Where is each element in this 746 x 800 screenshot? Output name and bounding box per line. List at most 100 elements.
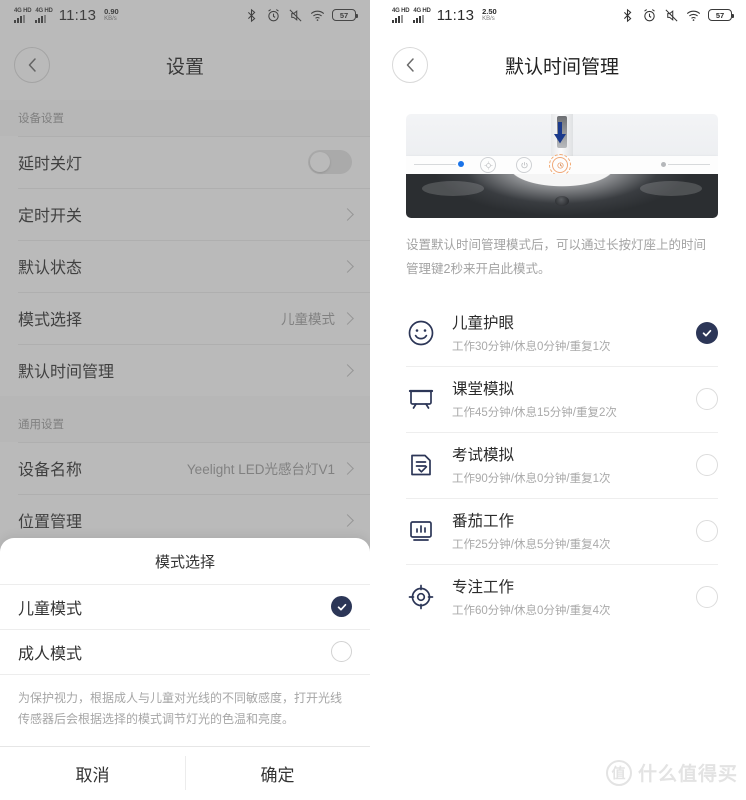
sheet-option-child-mode[interactable]: 儿童模式 (0, 584, 370, 629)
row-delay-off[interactable]: 延时关灯 (0, 136, 370, 188)
status-bar-left: 4G HD 4G HD 11:13 0.90 KB/s 57 (0, 0, 370, 30)
chevron-right-icon (341, 207, 354, 221)
power-button-icon (516, 157, 532, 173)
mode-detail: 工作25分钟/休息5分钟/重复4次 (452, 539, 611, 551)
watermark-text: 什么值得买 (637, 764, 738, 785)
row-default-state[interactable]: 默认状态 (0, 240, 370, 292)
watermark: 值 什么值得买 (605, 759, 738, 786)
watermark-badge: 值 (605, 759, 632, 786)
mode-detail: 工作60分钟/休息0分钟/重复4次 (452, 605, 611, 617)
sheet-description: 为保护视力，根据成人与儿童对光线的不同敏感度，打开光线传感器后会根据选择的模式调… (0, 674, 370, 746)
time-management-mode-list: 儿童护眼 工作30分钟/休息0分钟/重复1次 课堂模拟 工作45分钟/休息15分… (378, 300, 746, 630)
chevron-left-icon (28, 58, 36, 72)
mute-icon (289, 9, 302, 21)
mode-detail: 工作90分钟/休息0分钟/重复1次 (452, 473, 611, 485)
mode-row-child-eye-care[interactable]: 儿童护眼 工作30分钟/休息0分钟/重复1次 (378, 300, 746, 366)
wifi-icon (687, 10, 700, 21)
device-name-value: Yeelight LED光感台灯V1 (186, 462, 335, 477)
mode-detail: 工作45分钟/休息15分钟/重复2次 (452, 407, 617, 419)
mode-select-value: 儿童模式 (281, 312, 335, 327)
radio-unselected-icon[interactable] (696, 387, 718, 410)
sheet-option-adult-mode[interactable]: 成人模式 (0, 629, 370, 674)
target-icon (406, 582, 436, 612)
signal-sim1-icon: 4G HD (14, 8, 32, 23)
page-title-left: 设置 (165, 56, 204, 78)
battery-icon: 57 (708, 9, 734, 21)
settings-list-general: 设备名称 Yeelight LED光感台灯V1 位置管理 (0, 442, 370, 546)
band-line-left (414, 164, 456, 165)
smiley-face-icon (406, 318, 436, 348)
signal-sim2-icon: 4G HD (413, 8, 431, 23)
confirm-button[interactable]: 确定 (185, 746, 370, 800)
whiteboard-icon (406, 384, 436, 414)
radio-unselected-icon[interactable] (331, 641, 352, 662)
mode-row-exam-simulation[interactable]: 考试模拟 工作90分钟/休息0分钟/重复1次 (378, 431, 746, 498)
radio-unselected-icon[interactable] (696, 519, 718, 542)
left-phone-screen: 4G HD 4G HD 11:13 0.90 KB/s 57 设置 设备设置 延… (0, 0, 370, 800)
chevron-left-icon (406, 58, 414, 72)
back-button-left[interactable] (14, 47, 50, 83)
radio-selected-icon[interactable] (331, 596, 352, 617)
bluetooth-icon (623, 8, 632, 22)
mode-row-pomodoro[interactable]: 番茄工作 工作25分钟/休息5分钟/重复4次 (378, 497, 746, 564)
status-clock: 11:13 (58, 6, 97, 24)
cancel-button[interactable]: 取消 (0, 746, 185, 800)
battery-icon: 57 (332, 9, 358, 21)
alarm-icon (644, 8, 655, 21)
dual-screenshot-container: 4G HD 4G HD 11:13 0.90 KB/s 57 设置 设备设置 延… (0, 0, 746, 800)
group-header-general: 通用设置 (0, 406, 370, 442)
back-button-right[interactable] (392, 47, 428, 83)
screen-divider (370, 0, 378, 800)
chevron-right-icon (341, 311, 354, 325)
signal-sim2-icon: 4G HD (35, 8, 53, 23)
mode-select-bottom-sheet: 模式选择 儿童模式 成人模式 为保护视力，根据成人与儿童对光线的不同敏感度，打开… (0, 538, 370, 800)
document-check-icon (406, 450, 436, 480)
radio-unselected-icon[interactable] (696, 453, 718, 476)
network-speed: 2.50 KB/s (482, 6, 497, 22)
status-clock: 11:13 (436, 6, 475, 24)
radio-unselected-icon[interactable] (696, 585, 718, 608)
row-default-time-management[interactable]: 默认时间管理 (0, 344, 370, 396)
bar-chart-icon (406, 516, 436, 546)
nav-bar-right: 默认时间管理 (378, 30, 746, 100)
delay-off-toggle[interactable] (308, 150, 352, 174)
chevron-right-icon (341, 259, 354, 273)
status-bar-right: 4G HD 4G HD 11:13 2.50 KB/s 57 (378, 0, 746, 30)
sheet-action-bar: 取消 确定 (0, 746, 370, 800)
down-arrow-pointer-icon (554, 122, 566, 144)
chevron-right-icon (341, 513, 354, 527)
row-timer-switch[interactable]: 定时开关 (0, 188, 370, 240)
mode-name: 考试模拟 (452, 447, 515, 464)
settings-list-device: 延时关灯 定时开关 默认状态 模式选择 儿童模式 默认时间管理 (0, 136, 370, 396)
bluetooth-icon (247, 8, 256, 22)
mode-row-focus-work[interactable]: 专注工作 工作60分钟/休息0分钟/重复4次 (378, 563, 746, 630)
right-phone-screen: 4G HD 4G HD 11:13 2.50 KB/s 57 默认时间管理 设置… (378, 0, 746, 800)
row-mode-select[interactable]: 模式选择 儿童模式 (0, 292, 370, 344)
row-device-name[interactable]: 设备名称 Yeelight LED光感台灯V1 (0, 442, 370, 494)
sheet-title: 模式选择 (154, 553, 215, 571)
nav-bar-left: 设置 (0, 30, 370, 100)
page-description: 设置默认时间管理模式后，可以通过长按灯座上的时间管理键2秒来开启此模式。 (406, 238, 707, 276)
radio-selected-icon[interactable] (696, 321, 718, 344)
time-management-button-icon (549, 154, 571, 176)
indicator-dot-grey (661, 162, 666, 167)
mute-icon (665, 9, 678, 21)
brightness-button-icon (480, 157, 496, 173)
page-title-right: 默认时间管理 (504, 56, 619, 78)
chevron-right-icon (341, 461, 354, 475)
lamp-base-knob (555, 196, 569, 206)
mode-name: 专注工作 (452, 579, 515, 596)
wifi-icon (311, 10, 324, 21)
network-speed: 0.90 KB/s (104, 6, 119, 22)
mode-name: 课堂模拟 (452, 381, 515, 398)
alarm-icon (268, 8, 279, 21)
group-header-device: 设备设置 (0, 100, 370, 136)
mode-row-classroom-simulation[interactable]: 课堂模拟 工作45分钟/休息15分钟/重复2次 (378, 365, 746, 432)
chevron-right-icon (341, 363, 354, 377)
mode-name: 番茄工作 (452, 513, 515, 530)
group-divider (0, 396, 370, 406)
signal-sim1-icon: 4G HD (392, 8, 410, 23)
mode-name: 儿童护眼 (452, 315, 515, 332)
indicator-dot-blue (458, 161, 464, 167)
lamp-base-illustration (406, 114, 718, 218)
